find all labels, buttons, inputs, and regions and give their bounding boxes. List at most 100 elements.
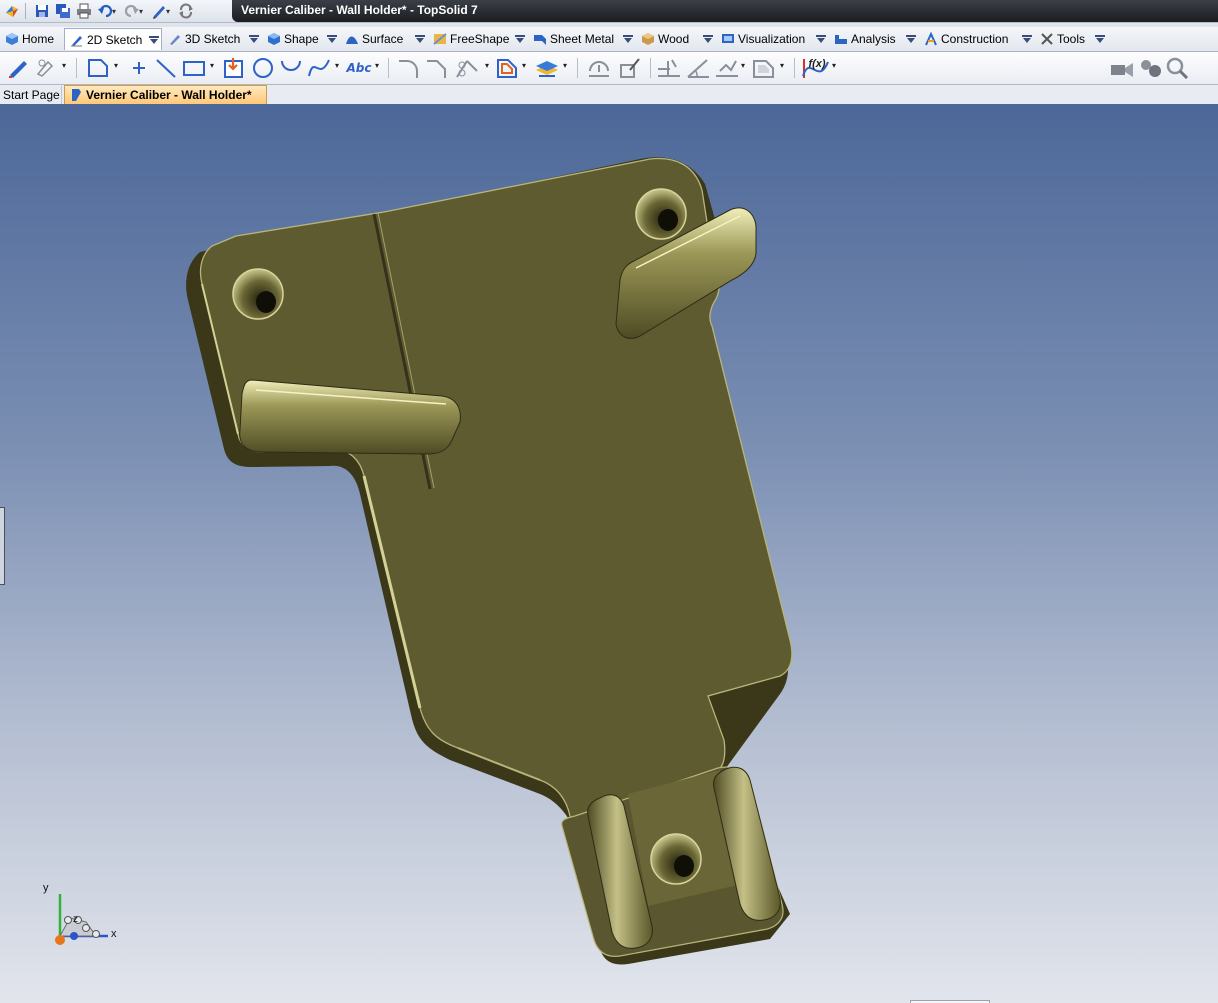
tab-dropdown-icon[interactable]	[413, 30, 427, 48]
tab-dropdown-icon[interactable]	[621, 30, 635, 48]
analysis-icon	[833, 31, 849, 47]
tab-visualization[interactable]: Visualization	[716, 28, 828, 50]
function-button[interactable]: f(x)	[800, 56, 830, 80]
tab-dropdown-icon[interactable]	[1093, 30, 1107, 48]
redo-dropdown-icon[interactable]: ▾	[139, 7, 147, 16]
toolbar-separator	[650, 58, 651, 78]
axis-x-label: x	[111, 928, 117, 940]
rotate-sketch-icon[interactable]	[585, 56, 613, 80]
tab-label: Analysis	[851, 32, 896, 46]
tab-dropdown-icon[interactable]	[814, 30, 828, 48]
trim-dropdown-icon[interactable]: ▾	[485, 62, 493, 70]
rectangle-dropdown-icon[interactable]: ▾	[210, 62, 218, 70]
save-all-icon[interactable]	[54, 2, 72, 20]
tab-dropdown-icon[interactable]	[247, 30, 261, 48]
tab-construction[interactable]: Construction	[919, 28, 1034, 50]
save-icon[interactable]	[33, 2, 51, 20]
tab-sheet-metal[interactable]: Sheet Metal	[528, 28, 635, 50]
sketch-toolbar: ▾ ▾ ▾ ▾ Abc ▾ ▾ ▾ ▾ ▾ ▾ f(x) ▾	[0, 52, 1218, 85]
surface-icon	[344, 31, 360, 47]
sheet-metal-icon	[532, 31, 548, 47]
toolbar-separator	[794, 58, 795, 78]
home-cube-icon	[4, 31, 20, 47]
offset-dropdown-icon[interactable]: ▾	[522, 62, 530, 70]
fillet-icon[interactable]	[396, 56, 422, 80]
point-icon[interactable]	[128, 56, 150, 80]
view-walk-icon[interactable]	[1136, 56, 1164, 80]
3d-viewport[interactable]: y z x	[0, 104, 1218, 1003]
tab-surface[interactable]: Surface	[340, 28, 427, 50]
tab-dropdown-icon[interactable]	[325, 30, 339, 48]
tab-dropdown-icon[interactable]	[701, 30, 715, 48]
sketch-plane-icon[interactable]	[616, 56, 644, 80]
project-dropdown-icon[interactable]: ▾	[563, 62, 571, 70]
tab-wood[interactable]: Wood	[636, 28, 715, 50]
quick-access-toolbar: ▾ ▾ ▾	[0, 0, 232, 22]
tab-home[interactable]: Home	[0, 28, 62, 50]
constraint-icon[interactable]	[713, 56, 741, 80]
sketch-pencil-icon	[69, 32, 85, 48]
toolbar-separator	[577, 58, 578, 78]
tab-2d-sketch[interactable]: 2D Sketch	[64, 28, 162, 50]
line-icon[interactable]	[153, 56, 179, 80]
rectangle-icon[interactable]	[181, 56, 207, 80]
axis-triad	[55, 894, 108, 945]
freeshape-icon	[432, 31, 448, 47]
angle-dimension-icon[interactable]	[684, 56, 712, 80]
constraint-dropdown-icon[interactable]: ▾	[741, 62, 749, 70]
active-document-label: Vernier Caliber - Wall Holder*	[86, 88, 252, 102]
tab-dropdown-icon[interactable]	[147, 31, 161, 49]
dimension-icon[interactable]	[655, 56, 683, 80]
view-camera-icon[interactable]	[1108, 56, 1136, 80]
insert-sketch-icon[interactable]	[221, 56, 247, 80]
title-bar: ▾ ▾ ▾ Vernier Caliber - Wall Holder* - T…	[0, 0, 1218, 23]
sketch-dropdown-icon[interactable]: ▾	[62, 62, 70, 70]
tab-label: Home	[22, 32, 55, 46]
axis-z-label: z	[73, 914, 78, 925]
wood-icon	[640, 31, 656, 47]
tab-active-document[interactable]: Vernier Caliber - Wall Holder*	[64, 85, 267, 104]
sketch-edit-icon[interactable]	[33, 56, 59, 80]
tab-3d-sketch[interactable]: 3D Sketch	[163, 28, 261, 50]
project-icon[interactable]	[533, 56, 561, 80]
spline-icon[interactable]	[306, 56, 332, 80]
tab-freeshape[interactable]: FreeShape	[428, 28, 527, 50]
sketch-profile-dropdown-icon[interactable]: ▾	[780, 62, 788, 70]
arc-icon[interactable]	[278, 56, 304, 80]
chamfer-icon[interactable]	[424, 56, 450, 80]
tab-start-page[interactable]: Start Page	[0, 86, 62, 104]
tab-dropdown-icon[interactable]	[1020, 30, 1034, 48]
print-icon[interactable]	[75, 2, 93, 20]
text-dropdown-icon[interactable]: ▾	[375, 62, 383, 70]
trim-icon[interactable]	[452, 56, 482, 80]
profile-icon[interactable]	[85, 56, 111, 80]
undo-dropdown-icon[interactable]: ▾	[112, 7, 120, 16]
tab-dropdown-icon[interactable]	[513, 30, 527, 48]
circle-icon[interactable]	[250, 56, 276, 80]
document-icon	[70, 88, 82, 102]
offset-icon[interactable]	[494, 56, 520, 80]
tab-dropdown-icon[interactable]	[904, 30, 918, 48]
tab-shape[interactable]: Shape	[262, 28, 339, 50]
tab-label: FreeShape	[450, 32, 510, 46]
wall-holder-part[interactable]	[0, 104, 1218, 1003]
zoom-icon[interactable]	[1163, 56, 1191, 80]
start-page-label: Start Page	[3, 88, 60, 102]
tab-label: Wood	[658, 32, 690, 46]
sketch-profile-icon[interactable]	[750, 56, 778, 80]
profile-dropdown-icon[interactable]: ▾	[114, 62, 122, 70]
tab-label: Construction	[941, 32, 1009, 46]
app-logo-icon[interactable]	[3, 2, 21, 20]
text-tool-button[interactable]: Abc	[345, 56, 373, 80]
sketch-pen-icon[interactable]	[6, 56, 32, 80]
tab-analysis[interactable]: Analysis	[829, 28, 918, 50]
axis-y-label: y	[43, 882, 49, 894]
spline-dropdown-icon[interactable]: ▾	[335, 62, 343, 70]
tab-tools[interactable]: Tools	[1035, 28, 1107, 50]
tab-label: 3D Sketch	[185, 32, 241, 46]
refresh-icon[interactable]	[177, 2, 195, 20]
ribbon-tab-bar: Home 2D Sketch 3D Sketch Shape Surface F…	[0, 27, 1218, 52]
function-dropdown-icon[interactable]: ▾	[832, 62, 840, 70]
pencil-dropdown-icon[interactable]: ▾	[166, 7, 174, 16]
tab-label: Surface	[362, 32, 404, 46]
